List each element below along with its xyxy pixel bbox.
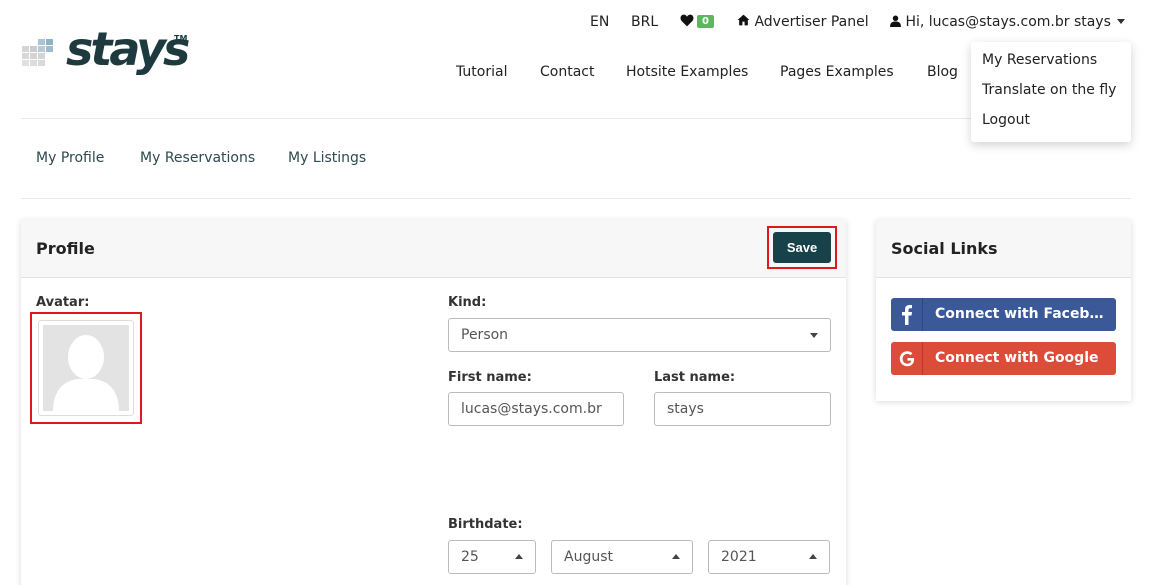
kind-label: Kind: — [448, 295, 487, 310]
birth-day-select[interactable]: 25 — [448, 540, 536, 574]
user-silhouette-icon — [53, 335, 119, 411]
nav-item-hotsite-examples[interactable]: Hotsite Examples — [626, 64, 748, 80]
profile-panel: Profile Save Avatar: Kind: Person First … — [21, 220, 846, 585]
last-name-label: Last name: — [654, 370, 736, 385]
profile-title: Profile — [36, 239, 95, 258]
currency-selector[interactable]: BRL — [631, 14, 658, 30]
advertiser-panel-label: Advertiser Panel — [754, 14, 869, 30]
logo-trademark: TM — [174, 34, 188, 43]
social-links-header: Social Links — [876, 220, 1131, 278]
user-greeting: Hi, lucas@stays.com.br stays — [905, 14, 1111, 30]
save-button[interactable]: Save — [773, 232, 831, 263]
last-name-field[interactable]: stays — [654, 392, 831, 426]
kind-select[interactable]: Person — [448, 318, 831, 352]
chevron-up-icon — [672, 554, 680, 559]
chevron-up-icon — [515, 554, 523, 559]
facebook-icon — [891, 298, 923, 331]
tabs-divider — [21, 198, 1131, 199]
first-name-field[interactable]: lucas@stays.com.br — [448, 392, 624, 426]
home-icon — [737, 14, 750, 26]
connect-google-button[interactable]: Connect with Google — [891, 342, 1116, 375]
menu-item-logout[interactable]: Logout — [982, 112, 1030, 128]
heart-icon — [680, 14, 694, 27]
tab-my-reservations[interactable]: My Reservations — [140, 150, 255, 166]
header-divider — [21, 118, 1131, 119]
user-dropdown-menu: My Reservations Translate on the fly Log… — [971, 42, 1131, 142]
birth-year-value: 2021 — [721, 549, 757, 565]
birth-month-select[interactable]: August — [551, 540, 693, 574]
user-menu-toggle[interactable]: Hi, lucas@stays.com.br stays — [890, 14, 1125, 30]
favorites-count-badge: 0 — [697, 15, 714, 28]
avatar[interactable] — [38, 320, 134, 416]
favorites-link[interactable]: 0 — [680, 14, 714, 30]
connect-facebook-button[interactable]: Connect with Facebook — [891, 298, 1116, 331]
logo-grid-icon — [22, 39, 53, 66]
birth-year-select[interactable]: 2021 — [708, 540, 830, 574]
birth-day-value: 25 — [461, 549, 479, 565]
advertiser-panel-link[interactable]: Advertiser Panel — [737, 14, 869, 30]
menu-item-my-reservations[interactable]: My Reservations — [982, 52, 1097, 68]
nav-item-contact[interactable]: Contact — [540, 64, 594, 80]
logo-wordmark: stays — [66, 22, 190, 76]
language-selector[interactable]: EN — [590, 14, 609, 30]
avatar-highlight — [30, 312, 142, 424]
nav-item-tutorial[interactable]: Tutorial — [456, 64, 507, 80]
kind-select-value: Person — [461, 327, 509, 343]
stays-logo[interactable]: stays TM — [20, 22, 195, 78]
chevron-down-icon — [1116, 19, 1125, 24]
menu-item-translate-on-the-fly[interactable]: Translate on the fly — [982, 82, 1116, 98]
first-name-label: First name: — [448, 370, 532, 385]
connect-google-label: Connect with Google — [935, 350, 1099, 366]
save-button-highlight: Save — [767, 226, 837, 269]
avatar-label: Avatar: — [36, 295, 90, 310]
chevron-down-icon — [810, 333, 818, 338]
google-icon — [891, 342, 923, 375]
nav-item-pages-examples[interactable]: Pages Examples — [780, 64, 894, 80]
tab-my-profile[interactable]: My Profile — [36, 150, 104, 166]
connect-facebook-label: Connect with Facebook — [935, 306, 1105, 322]
social-links-panel: Social Links Connect with Facebook Conne… — [876, 220, 1131, 401]
nav-item-blog[interactable]: Blog — [927, 64, 958, 80]
user-icon — [890, 15, 901, 27]
chevron-up-icon — [809, 554, 817, 559]
tab-my-listings[interactable]: My Listings — [288, 150, 366, 166]
avatar-placeholder — [43, 325, 129, 411]
birthdate-label: Birthdate: — [448, 517, 523, 532]
profile-panel-header: Profile Save — [21, 220, 846, 278]
social-links-title: Social Links — [891, 239, 998, 258]
birth-month-value: August — [564, 549, 613, 565]
